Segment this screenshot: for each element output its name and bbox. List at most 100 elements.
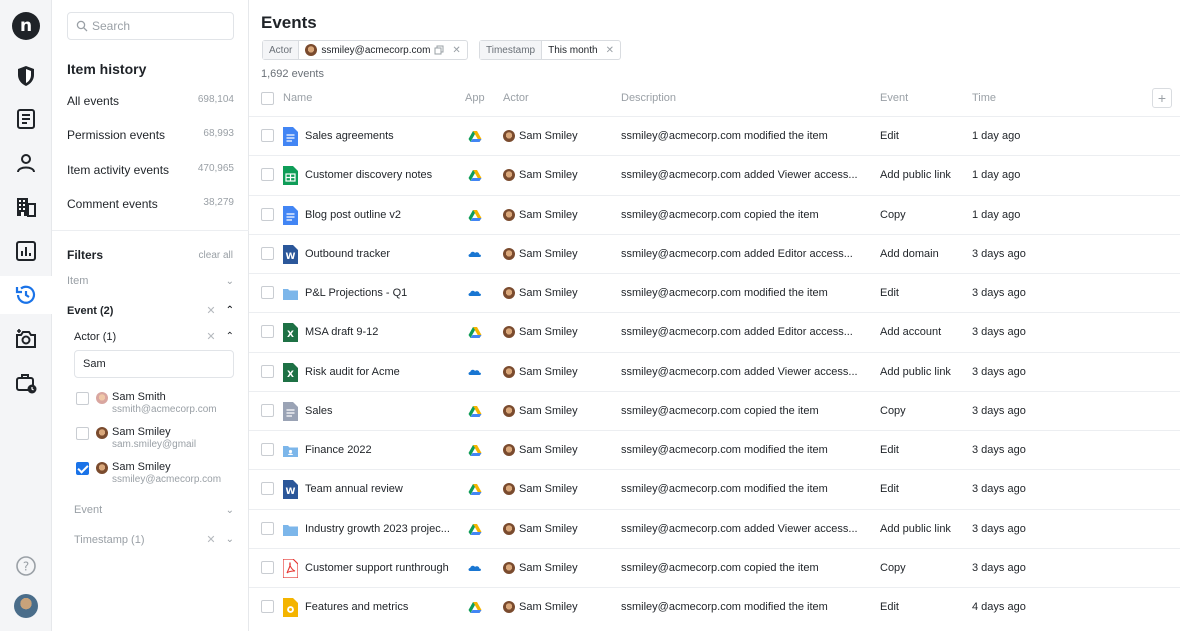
row-checkbox[interactable] [261,207,274,221]
actor-name[interactable]: Sam Smiley [519,287,615,299]
chevron-up-icon[interactable]: ⌃ [226,331,234,342]
item-name[interactable]: Features and metrics [305,601,461,613]
filter-event-type[interactable]: Event ⌄ [74,504,234,516]
column-time[interactable]: Time [972,92,996,104]
row-checkbox[interactable] [261,246,274,260]
actor-name[interactable]: Sam Smiley [519,444,615,456]
table-row[interactable]: X MSA draft 9-12 Sam Smiley ssmiley@acme… [249,312,1180,351]
column-name[interactable]: Name [283,92,312,104]
chevron-down-icon[interactable]: ⌄ [226,534,234,545]
history-item-comment-events[interactable]: Comment events 38,279 [67,197,234,211]
select-all-checkbox[interactable] [261,92,274,105]
table-row[interactable]: Finance 2022 Sam Smiley ssmiley@acmecorp… [249,430,1180,469]
actor-name[interactable]: Sam Smiley [519,405,615,417]
item-name[interactable]: Risk audit for Acme [305,366,461,378]
user-avatar[interactable] [14,594,38,618]
table-row[interactable]: Customer discovery notes Sam Smiley ssmi… [249,155,1180,194]
table-row[interactable]: P&L Projections - Q1 Sam Smiley ssmiley@… [249,273,1180,312]
clear-icon[interactable]: ✕ [206,304,215,317]
remove-filter-icon[interactable]: ✕ [450,41,466,59]
table-row[interactable]: Industry growth 2023 projec... Sam Smile… [249,508,1180,548]
timestamp-filter-chip[interactable]: Timestamp This month ✕ [479,40,621,60]
actor-option[interactable]: Sam Smiley ssmiley@acmecorp.com [76,460,236,490]
actor-search-input[interactable]: Sam [74,350,234,378]
bar-chart-icon[interactable] [0,232,52,270]
briefcase-clock-icon[interactable] [0,364,52,402]
history-item-item-activity-events[interactable]: Item activity events 470,965 [67,163,234,177]
actor-name[interactable]: Sam Smiley [519,326,615,338]
actor-name[interactable]: Sam Smiley [519,130,615,142]
filter-timestamp[interactable]: Timestamp (1) ✕ ⌄ [74,533,234,547]
document-list-icon[interactable] [0,100,52,138]
row-checkbox[interactable] [261,403,274,417]
item-name[interactable]: Finance 2022 [305,444,461,456]
actor-filter-chip[interactable]: Actor ssmiley@acmecorp.com ✕ [262,40,468,60]
clear-icon[interactable]: ✕ [206,330,215,343]
table-row[interactable]: W Outbound tracker Sam Smiley ssmiley@ac… [249,233,1180,273]
chevron-up-icon[interactable]: ⌃ [226,305,234,316]
actor-option[interactable]: Sam Smiley sam.smiley@gmail [76,425,236,455]
column-event[interactable]: Event [880,92,908,104]
item-name[interactable]: Blog post outline v2 [305,209,461,221]
row-checkbox[interactable] [261,443,274,456]
table-row[interactable]: Sales agreements Sam Smiley ssmiley@acme… [249,116,1180,155]
item-name[interactable]: MSA draft 9-12 [305,326,461,338]
history-icon[interactable] [0,276,52,314]
table-row[interactable]: Customer support runthrough Sam Smiley s… [249,547,1180,587]
actor-name[interactable]: Sam Smiley [519,562,615,574]
item-name[interactable]: Customer support runthrough [305,562,461,574]
app-logo[interactable]: n [12,12,40,40]
actor-name[interactable]: Sam Smiley [519,601,615,613]
table-row[interactable]: Features and metrics Sam Smiley ssmiley@… [249,587,1180,626]
copy-icon[interactable] [434,45,444,55]
row-checkbox[interactable] [261,600,274,613]
column-actor[interactable]: Actor [503,92,529,104]
row-checkbox[interactable] [261,168,274,182]
actor-name[interactable]: Sam Smiley [519,523,615,535]
shield-icon[interactable] [0,57,52,95]
clear-icon[interactable]: ✕ [206,533,215,546]
column-description[interactable]: Description [621,92,676,104]
row-checkbox[interactable] [261,286,274,299]
camera-add-icon[interactable] [0,320,52,358]
row-checkbox[interactable] [261,482,274,496]
item-name[interactable]: Sales agreements [305,130,461,142]
row-checkbox[interactable] [261,521,274,535]
filter-actor[interactable]: Actor (1) ✕ ⌃ [74,330,234,344]
table-row[interactable]: W Team annual review Sam Smiley ssmiley@… [249,469,1180,508]
clear-all-link[interactable]: clear all [199,250,233,261]
search-input[interactable]: Search [67,12,234,40]
actor-checkbox[interactable] [76,427,89,440]
row-checkbox[interactable] [261,129,274,142]
actor-name[interactable]: Sam Smiley [519,248,615,260]
row-checkbox[interactable] [261,325,274,339]
building-icon[interactable] [0,188,52,226]
actor-checkbox[interactable] [76,392,89,405]
actor-name[interactable]: Sam Smiley [519,483,615,495]
filter-item[interactable]: Item ⌄ [67,275,234,287]
actor-name[interactable]: Sam Smiley [519,169,615,181]
table-row[interactable]: Blog post outline v2 Sam Smiley ssmiley@… [249,194,1180,234]
filter-event[interactable]: Event (2) ✕ ⌃ [67,304,234,318]
row-checkbox[interactable] [261,560,274,574]
row-checkbox[interactable] [261,364,274,378]
remove-filter-icon[interactable]: ✕ [604,41,620,59]
item-name[interactable]: Customer discovery notes [305,169,461,181]
item-name[interactable]: Industry growth 2023 projec... [305,523,461,535]
add-column-button[interactable]: + [1152,88,1172,108]
actor-option[interactable]: Sam Smith ssmith@acmecorp.com [76,390,236,420]
item-name[interactable]: Team annual review [305,483,461,495]
history-item-permission-events[interactable]: Permission events 68,993 [67,128,234,142]
user-icon[interactable] [0,144,52,182]
item-name[interactable]: Sales [305,405,461,417]
column-app[interactable]: App [465,92,485,104]
help-icon[interactable]: ? [0,547,52,585]
actor-checkbox-checked[interactable] [76,462,89,475]
item-name[interactable]: P&L Projections - Q1 [305,287,461,299]
history-item-all-events[interactable]: All events 698,104 [67,94,234,108]
actor-name[interactable]: Sam Smiley [519,366,615,378]
item-name[interactable]: Outbound tracker [305,248,461,260]
table-row[interactable]: X Risk audit for Acme Sam Smiley ssmiley… [249,351,1180,391]
table-row[interactable]: Sales Sam Smiley ssmiley@acmecorp.com co… [249,390,1180,430]
actor-name[interactable]: Sam Smiley [519,209,615,221]
